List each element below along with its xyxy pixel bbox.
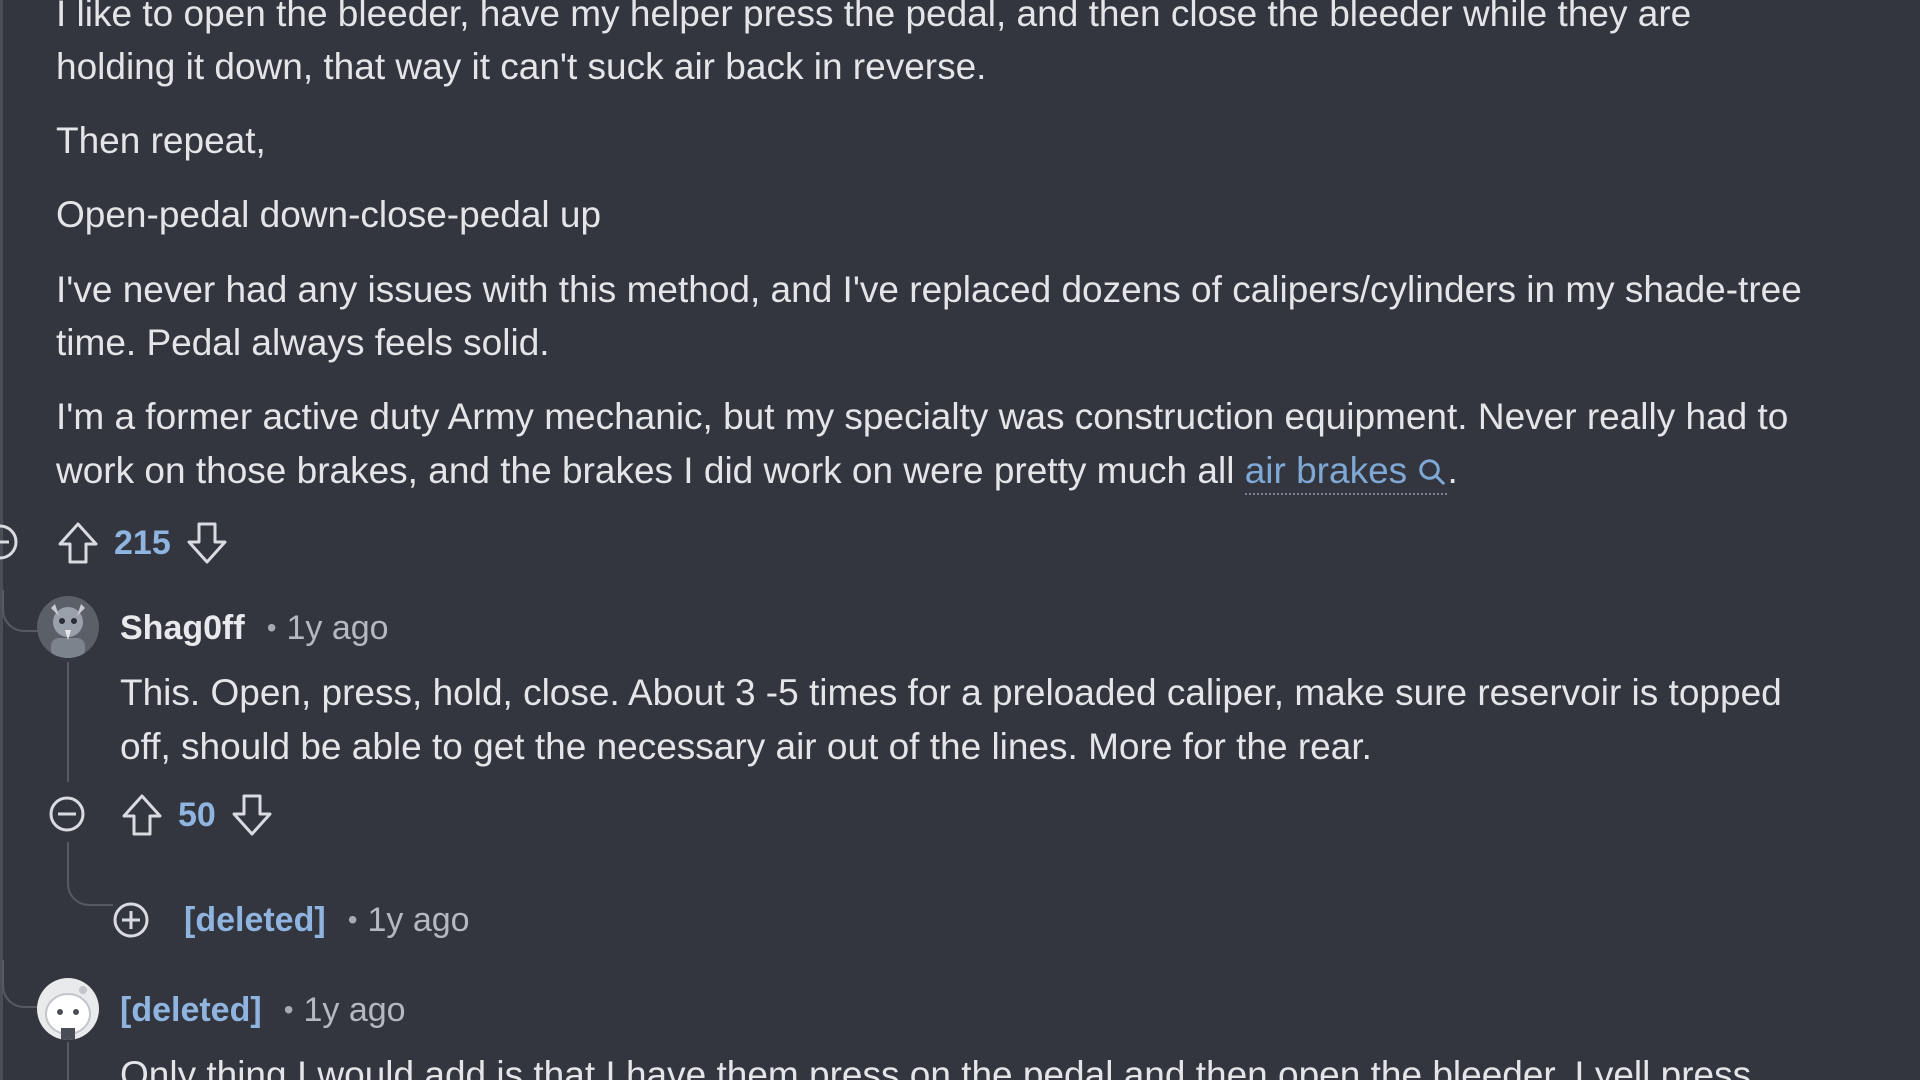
thread-line <box>67 662 69 782</box>
arrow-up-outline-icon[interactable] <box>120 792 164 838</box>
comment-text-segment: . <box>1447 450 1458 491</box>
collapse-thread-minus-circle-icon[interactable] <box>0 522 20 562</box>
user-avatar-icon <box>37 596 99 658</box>
vote-score: 215 <box>114 523 171 562</box>
arrow-down-outline-icon[interactable] <box>185 520 229 566</box>
collapse-thread-minus-circle-icon[interactable] <box>47 794 87 834</box>
air-brakes-search-link[interactable]: air brakes <box>1244 450 1448 495</box>
comment-thread: I like to open the bleeder, have my help… <box>0 0 1920 1080</box>
separator-dot: • <box>283 994 294 1025</box>
arrow-up-outline-icon[interactable] <box>56 520 100 566</box>
comment-text-line: Then repeat, <box>56 120 266 161</box>
comment-text-line: off, should be able to get the necessary… <box>120 726 1372 767</box>
separator-dot: • <box>347 904 358 935</box>
comment-text-line: holding it down, that way it can't suck … <box>56 46 987 87</box>
comment-text-line: Open-pedal down-close-pedal up <box>56 194 602 235</box>
thread-connector <box>2 590 42 632</box>
author-name[interactable]: Shag0ff <box>120 609 245 648</box>
timestamp[interactable]: 1y ago <box>304 991 406 1030</box>
timestamp[interactable]: 1y ago <box>287 609 389 648</box>
arrow-down-outline-icon[interactable] <box>230 792 274 838</box>
comment-text-segment: work on those brakes, and the brakes I d… <box>56 450 1245 491</box>
author-name[interactable]: [deleted] <box>120 991 262 1030</box>
author-name[interactable]: [deleted] <box>184 901 326 940</box>
comment-header: [deleted] • 1y ago <box>120 985 406 1035</box>
comment-text-line: I like to open the bleeder, have my help… <box>56 0 1692 34</box>
comment-text-line: time. Pedal always feels solid. <box>56 322 550 363</box>
vote-controls: 215 <box>56 518 229 568</box>
snoo-avatar-icon <box>37 978 99 1040</box>
avatar[interactable] <box>37 978 99 1040</box>
vote-score: 50 <box>178 795 216 834</box>
thread-connector <box>2 960 42 1008</box>
thread-connector <box>67 842 113 906</box>
vote-controls: 50 <box>120 790 274 840</box>
thread-line <box>67 1042 69 1080</box>
comment-header: Shag0ff • 1y ago <box>120 603 389 653</box>
search-icon[interactable] <box>1417 457 1447 487</box>
avatar[interactable] <box>37 596 99 658</box>
timestamp[interactable]: 1y ago <box>368 901 470 940</box>
link-label[interactable]: air brakes <box>1245 450 1407 491</box>
separator-dot: • <box>266 612 277 643</box>
comment-text-line: I'm a former active duty Army mechanic, … <box>56 396 1789 437</box>
comment-text-line: Only thing I would add is that I have th… <box>120 1054 1752 1080</box>
comment-text-line-with-link: work on those brakes, and the brakes I d… <box>56 444 1896 497</box>
comment-header: [deleted] • 1y ago <box>184 895 470 945</box>
comment-text-line: This. Open, press, hold, close. About 3 … <box>120 672 1782 713</box>
expand-thread-plus-circle-icon[interactable] <box>111 900 151 940</box>
comment-text-line: I've never had any issues with this meth… <box>56 269 1802 310</box>
